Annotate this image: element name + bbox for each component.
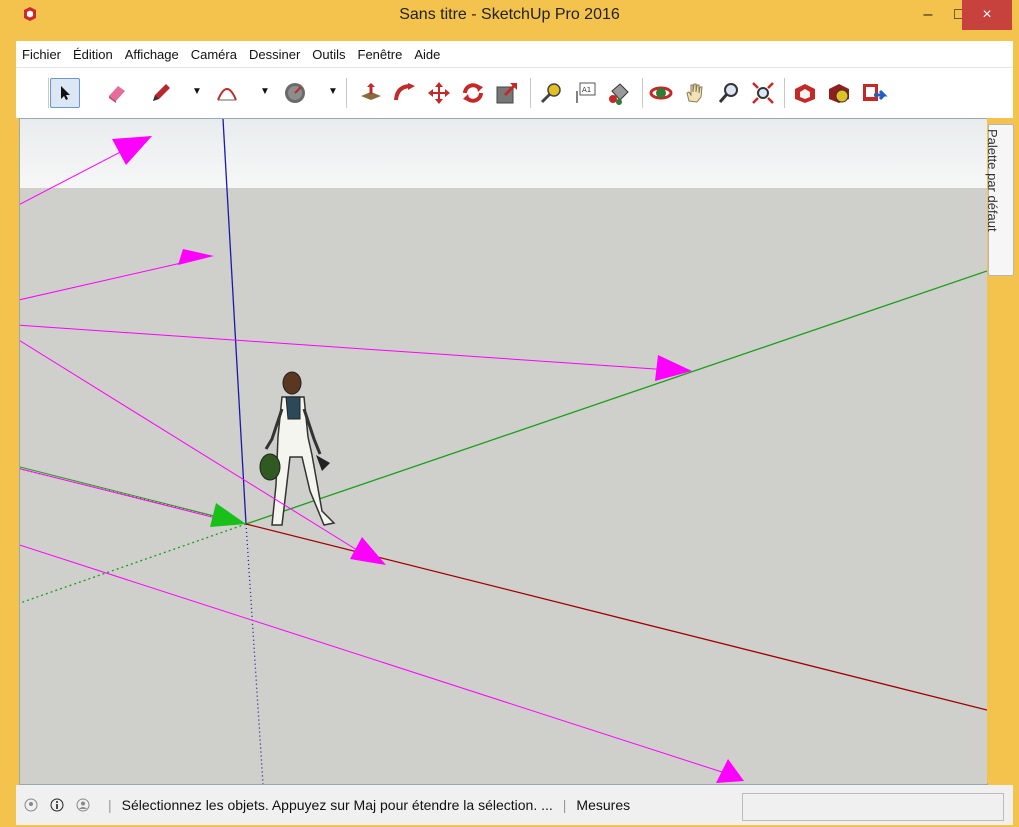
magenta-arrowhead [350,537,386,565]
menu-dessiner[interactable]: Dessiner [243,47,306,62]
annotation-line [20,544,726,774]
paint-bucket-tool-button[interactable] [604,78,634,108]
annotation-arrowheads [112,136,744,783]
tape-measure-tool-button[interactable] [536,78,566,108]
paint-bucket-icon [609,83,629,105]
drawing-viewport[interactable] [19,118,988,785]
annotation-line [20,260,191,301]
zoom-extents-icon [752,82,774,104]
green-axis-negative [20,523,247,604]
sketchup-window: Sans titre - SketchUp Pro 2016 – □ × Fic… [0,0,1019,827]
measure-label: Mesures [576,797,631,813]
status-bar: | Sélectionnez les objets. Appuyez sur M… [16,785,1013,825]
palette-label: Palette par défaut [985,129,1000,232]
pan-tool-button[interactable] [680,78,710,108]
scale-tool-button[interactable] [492,78,522,108]
eraser-tool-button[interactable] [102,78,132,108]
menu-edition[interactable]: Édition [67,47,119,62]
blue-axis-negative [245,523,264,784]
magenta-arrowhead [655,355,692,381]
main-toolbar: ▼ ▼ ▼ A1 [16,67,1013,118]
arc-tool-button[interactable] [212,78,242,108]
annotation-line [20,324,671,371]
annotation-line [20,468,221,520]
info-icon[interactable] [46,794,68,816]
geo-location-icon[interactable] [20,794,42,816]
magenta-arrowhead [112,136,152,165]
status-separator: | [562,797,567,813]
zoom-extents-tool-button[interactable] [748,78,778,108]
menu-fichier[interactable]: Fichier [16,47,67,62]
annotation-line [20,340,366,556]
pan-icon [686,83,703,103]
measurements-input[interactable] [742,793,1004,821]
follow-me-tool-button[interactable] [390,78,420,108]
title-bar: Sans titre - SketchUp Pro 2016 – □ × [0,0,1019,40]
toolbar-separator [48,78,49,108]
share-icon [863,84,888,101]
orbit-tool-button[interactable] [646,78,676,108]
rotate-tool-button[interactable] [458,78,488,108]
shape-tool-button[interactable] [280,78,310,108]
zoom-tool-button[interactable] [714,78,744,108]
text-tool-button[interactable]: A1 [570,78,600,108]
blue-axis [222,119,247,525]
scale-icon [496,82,518,104]
green-arrowhead [210,503,246,527]
text-icon: A1 [576,82,596,103]
scene-canvas [20,119,987,784]
warehouse-button[interactable] [790,78,820,108]
arc-icon [217,88,237,101]
person-figure [259,371,336,526]
default-tray-tab[interactable]: Palette par défaut [985,124,1014,276]
select-tool-button[interactable] [50,78,80,108]
follow-me-icon [394,83,415,101]
select-icon [61,86,70,100]
share-model-button[interactable] [858,78,888,108]
window-title: Sans titre - SketchUp Pro 2016 [399,6,620,23]
menu-affichage[interactable]: Affichage [119,47,185,62]
push-pull-tool-button[interactable] [356,78,386,108]
minimize-button[interactable]: – [910,0,946,30]
orbit-icon [649,86,673,100]
extension-icon [829,84,849,103]
toolbar-separator [346,78,347,108]
magenta-arrowhead [178,249,214,265]
move-tool-button[interactable] [424,78,454,108]
warehouse-icon [795,84,815,103]
pencil-dropdown-icon[interactable]: ▼ [192,86,202,97]
rotate-icon [463,83,483,103]
close-button[interactable]: × [962,0,1012,30]
pencil-tool-button[interactable] [146,78,176,108]
status-message: Sélectionnez les objets. Appuyez sur Maj… [121,797,553,813]
green-axis-extension [20,466,247,525]
toolbar-separator [530,78,531,108]
green-axis [245,270,987,525]
shape-dropdown-icon[interactable]: ▼ [328,86,338,97]
user-icon[interactable] [72,794,94,816]
status-separator: | [108,797,112,813]
pie-icon [285,83,305,103]
zoom-icon [718,83,738,103]
svg-text:A1: A1 [582,86,591,94]
extension-warehouse-button[interactable] [824,78,854,108]
eraser-icon [109,86,125,103]
annotation-line [20,146,131,205]
menu-outils[interactable]: Outils [306,47,351,62]
axes [20,119,987,784]
tape-measure-icon [540,83,561,104]
menu-aide[interactable]: Aide [408,47,446,62]
move-icon [428,82,450,104]
menu-bar: Fichier Édition Affichage Caméra Dessine… [16,41,1013,67]
menu-camera[interactable]: Caméra [185,47,243,62]
arc-dropdown-icon[interactable]: ▼ [260,86,270,97]
push-pull-icon [361,83,381,100]
toolbar-separator [642,78,643,108]
toolbar-separator [784,78,785,108]
annotation-arrows [20,146,726,774]
menu-fenetre[interactable]: Fenêtre [352,47,409,62]
pencil-icon [153,84,170,101]
